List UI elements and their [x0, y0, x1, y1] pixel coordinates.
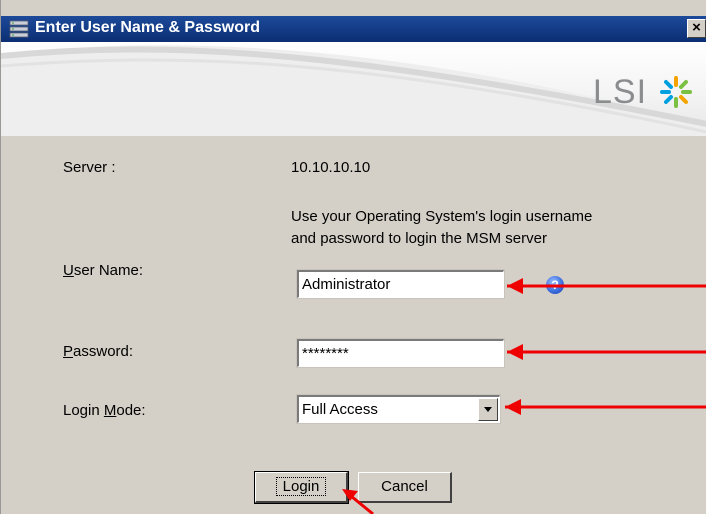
- password-label-access-key: P: [63, 343, 74, 360]
- login-mode-label-prefix: Login: [63, 402, 104, 419]
- login-instructions: Use your Operating System's login userna…: [291, 206, 671, 250]
- close-icon: ×: [692, 19, 701, 36]
- window-title: Enter User Name & Password: [35, 19, 260, 36]
- instructions-line-2: and password to login the MSM server: [291, 230, 547, 247]
- arrow-to-username: [507, 278, 706, 294]
- instructions-line-1: Use your Operating System's login userna…: [291, 208, 593, 225]
- login-mode-label: Login Mode:: [63, 402, 146, 419]
- lsi-starburst-icon: [660, 76, 692, 108]
- login-mode-label-access-key: M: [103, 402, 117, 419]
- header-banner: LSI: [1, 42, 706, 136]
- server-label: Server :: [63, 159, 116, 176]
- username-field[interactable]: Administrator: [296, 269, 505, 299]
- password-value: ********: [302, 345, 349, 362]
- logo-text: LSI: [593, 73, 648, 111]
- cancel-button-label: Cancel: [381, 478, 428, 495]
- password-label-text: assword:: [73, 343, 134, 360]
- username-label-text: ser Name:: [73, 262, 144, 279]
- chevron-down-icon[interactable]: [478, 398, 498, 421]
- password-label: Password:: [63, 343, 133, 360]
- title-bar[interactable]: Enter User Name & Password ×: [1, 16, 706, 42]
- server-app-icon: [9, 20, 29, 38]
- login-mode-value: Full Access: [302, 401, 378, 418]
- login-dialog: Enter User Name & Password × LSI Server …: [0, 0, 706, 514]
- help-icon[interactable]: ?: [546, 276, 564, 294]
- login-mode-select[interactable]: Full Access: [296, 394, 501, 424]
- login-mode-label-text: ode:: [116, 402, 146, 419]
- arrow-to-login-mode: [505, 399, 706, 415]
- username-value: Administrator: [302, 276, 391, 293]
- arrow-to-password: [507, 344, 706, 360]
- login-button-label: Login: [275, 477, 327, 496]
- cancel-button[interactable]: Cancel: [358, 472, 452, 503]
- close-button[interactable]: ×: [687, 19, 706, 38]
- server-value: 10.10.10.10: [291, 159, 371, 176]
- help-glyph: ?: [551, 278, 559, 292]
- username-label-access-key: U: [63, 262, 74, 279]
- login-button[interactable]: Login: [254, 471, 349, 504]
- username-label: User Name:: [63, 262, 143, 279]
- password-field[interactable]: ********: [296, 338, 505, 368]
